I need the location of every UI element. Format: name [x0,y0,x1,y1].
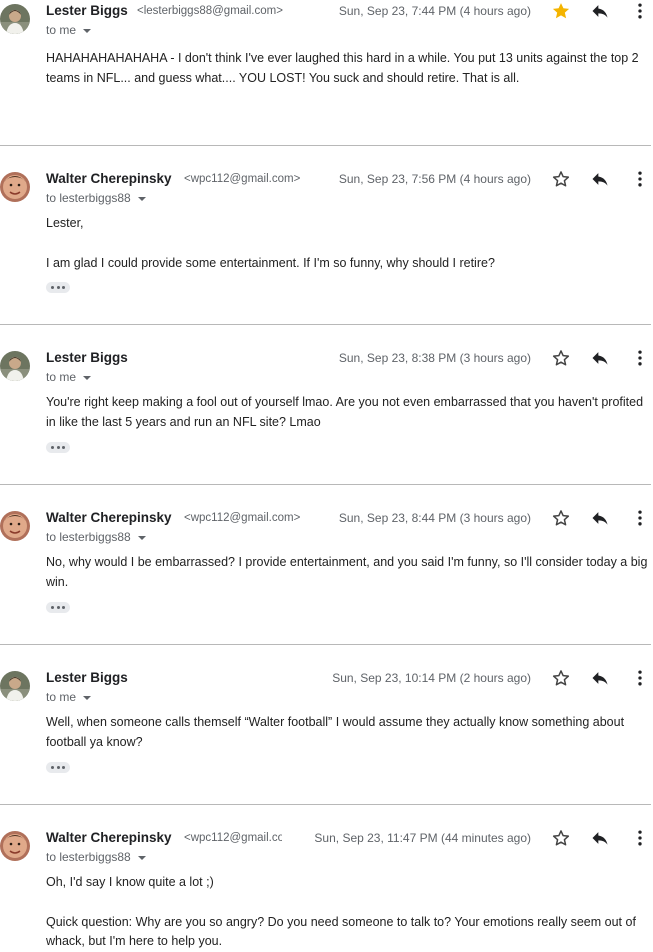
more-options-icon[interactable] [630,348,650,368]
recipient-dropdown[interactable]: to lesterbiggs88 [46,191,146,205]
recipient-dropdown[interactable]: to me [46,370,92,384]
message-body: Well, when someone calls themself “Walte… [46,713,650,752]
sender-name: Lester Biggs [46,3,128,18]
star-icon[interactable] [551,828,571,848]
sender-name: Lester Biggs [46,350,128,365]
sender-name: Lester Biggs [46,670,128,685]
more-options-icon[interactable] [630,508,650,528]
reply-icon[interactable] [590,1,610,21]
reply-icon[interactable] [590,668,610,688]
message-date: Sun, Sep 23, 7:56 PM (4 hours ago) [338,172,531,186]
chevron-down-icon [83,695,92,700]
sender-name: Walter Cherepinsky [46,171,172,186]
message-date: Sun, Sep 23, 8:44 PM (3 hours ago) [338,511,531,525]
recipient-label: to lesterbiggs88 [46,530,131,544]
avatar[interactable] [0,831,30,861]
reply-icon[interactable] [590,169,610,189]
sender-name: Walter Cherepinsky [46,510,172,525]
sender-email: <lesterbiggs88@gmail.com> [137,5,283,17]
message-paragraph: Lester, [46,216,84,230]
star-icon[interactable] [551,348,571,368]
message-date: Sun, Sep 23, 8:38 PM (3 hours ago) [338,351,531,365]
recipient-label: to me [46,23,77,37]
chevron-down-icon [137,535,146,540]
message-date: Sun, Sep 23, 11:47 PM (44 minutes ago) [314,831,531,845]
message-paragraph: You're right keep making a fool out of y… [46,395,644,429]
sender-email: <wpc112@gmail.com> [184,173,301,185]
message-body: You're right keep making a fool out of y… [46,393,650,432]
message-paragraph: Oh, I'd say I know quite a lot ;) [46,875,214,889]
more-options-icon[interactable] [630,1,650,21]
recipient-label: to me [46,690,77,704]
avatar[interactable] [0,511,30,541]
star-icon[interactable] [551,508,571,528]
star-icon[interactable] [551,1,571,21]
message-date: Sun, Sep 23, 10:14 PM (2 hours ago) [332,671,531,685]
star-icon[interactable] [551,169,571,189]
message-divider [0,644,651,645]
chevron-down-icon [83,375,92,380]
avatar[interactable] [0,671,30,701]
message-body: Oh, I'd say I know quite a lot ;) Quick … [46,873,650,952]
sender-email: <wpc112@gmail.com> [184,512,301,524]
avatar[interactable] [0,351,30,381]
avatar[interactable] [0,4,30,34]
chevron-down-icon [137,855,146,860]
sender-email: <wpc112@gmail.com> [184,832,282,844]
message-divider [0,804,651,805]
reply-icon[interactable] [590,348,610,368]
more-options-icon[interactable] [630,169,650,189]
avatar[interactable] [0,172,30,202]
message-date: Sun, Sep 23, 7:44 PM (4 hours ago) [338,4,531,18]
message-body: No, why would I be embarrassed? I provid… [46,553,650,592]
show-trimmed-content-button[interactable] [46,762,70,773]
show-trimmed-content-button[interactable] [46,442,70,453]
show-trimmed-content-button[interactable] [46,282,70,293]
message-paragraph: I am glad I could provide some entertain… [46,255,495,270]
message-divider [0,145,651,146]
recipient-dropdown[interactable]: to me [46,23,92,37]
recipient-label: to lesterbiggs88 [46,850,131,864]
message-paragraph: Quick question: Why are you so angry? Do… [46,914,636,949]
message-body: HAHAHAHAHAHAHA - I don't think I've ever… [46,49,650,88]
email-thread: Lester Biggs <lesterbiggs88@gmail.com> S… [0,0,653,949]
message-divider [0,324,651,325]
recipient-label: to lesterbiggs88 [46,191,131,205]
recipient-dropdown[interactable]: to lesterbiggs88 [46,850,146,864]
chevron-down-icon [83,28,92,33]
more-options-icon[interactable] [630,828,650,848]
recipient-label: to me [46,370,77,384]
reply-icon[interactable] [590,828,610,848]
message-paragraph: No, why would I be embarrassed? I provid… [46,555,648,589]
recipient-dropdown[interactable]: to me [46,690,92,704]
reply-icon[interactable] [590,508,610,528]
chevron-down-icon [137,196,146,201]
message-divider [0,484,651,485]
more-options-icon[interactable] [630,668,650,688]
sender-name: Walter Cherepinsky [46,830,172,845]
star-icon[interactable] [551,668,571,688]
message-paragraph: Well, when someone calls themself “Walte… [46,715,625,749]
show-trimmed-content-button[interactable] [46,602,70,613]
recipient-dropdown[interactable]: to lesterbiggs88 [46,530,146,544]
message-body: Lester, I am glad I could provide some e… [46,214,650,273]
message-paragraph: HAHAHAHAHAHAHA - I don't think I've ever… [46,51,639,85]
